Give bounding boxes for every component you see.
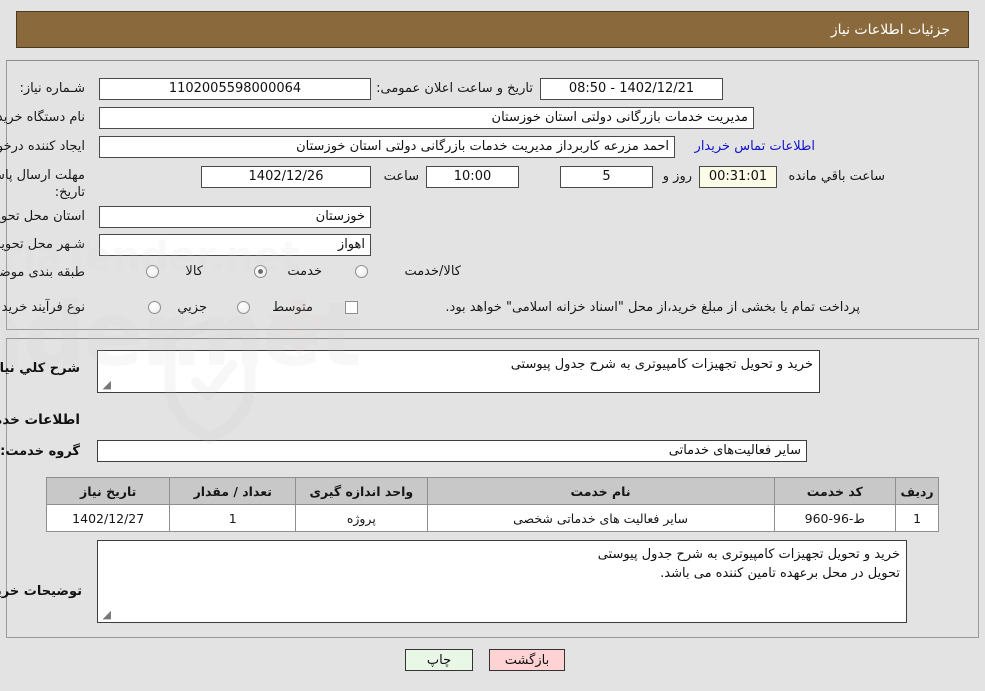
requester-value: احمد مزرعه کاربرداز مدیریت خدمات بازرگان…: [99, 136, 675, 158]
resize-handle-icon-notes[interactable]: ◢: [101, 609, 111, 620]
general-desc-value: خرید و تحویل تجهیزات کامپیوتری به شرح جد…: [510, 357, 813, 372]
deadline-hour-value: 10:00: [426, 166, 519, 188]
cell-service-code: ط-96-960: [773, 504, 897, 532]
cell-row-no: 1: [895, 504, 939, 532]
cell-quantity: 1: [169, 504, 297, 532]
service-group-value: سایر فعالیت‌های خدماتی: [97, 440, 807, 462]
radio-category-khedmat[interactable]: [254, 265, 267, 278]
general-desc-textarea[interactable]: خرید و تحویل تجهیزات کامپیوتری به شرح جد…: [97, 350, 820, 393]
deadline-label-line2: تاریخ:: [54, 185, 85, 200]
print-button[interactable]: چاپ: [405, 649, 473, 671]
province-label: استان محل تحویل:: [0, 209, 85, 224]
radio-category-kala-khedmat-label: کالا/خدمت: [404, 264, 461, 279]
purchase-type-label: نوع فرآیند خرید :: [0, 300, 85, 315]
cell-unit: پروژه: [295, 504, 428, 532]
buyer-notes-label: توضیحات خریدار:: [0, 584, 82, 599]
requester-label: ایجاد کننده درخواست:: [0, 139, 85, 154]
public-announce-label: تاریخ و ساعت اعلان عمومی:: [376, 81, 533, 96]
remaining-time-label: ساعت باقي مانده: [788, 169, 885, 184]
cell-service-name: سایر فعالیت های خدماتی شخصی: [426, 504, 775, 532]
islamic-treasury-text: پرداخت تمام یا بخشی از مبلغ خرید،از محل …: [445, 300, 860, 315]
cell-need-date: 1402/12/27: [45, 504, 171, 532]
need-info-panel: [6, 60, 979, 330]
radio-purchase-motevaset[interactable]: [237, 301, 250, 314]
resize-handle-icon[interactable]: ◢: [101, 379, 111, 390]
th-unit: واحد اندازه گیری: [295, 477, 428, 505]
radio-category-kala-khedmat[interactable]: [355, 265, 368, 278]
th-quantity: تعداد / مقدار: [169, 477, 297, 505]
buyer-contact-link[interactable]: اطلاعات تماس خریدار: [695, 139, 815, 154]
general-desc-label: شرح کلي نیاز:: [0, 361, 80, 376]
services-table: ردیف کد خدمت نام خدمت واحد اندازه گیری ت…: [45, 477, 939, 532]
need-number-label: شـماره نیاز:: [19, 81, 85, 96]
th-need-date: تاریخ نیاز: [45, 477, 171, 505]
radio-category-khedmat-label: خدمت: [287, 264, 322, 279]
th-service-name: نام خدمت: [426, 477, 775, 505]
buyer-org-label: نام دستگاه خریدار:: [0, 110, 85, 125]
radio-purchase-jozi[interactable]: [148, 301, 161, 314]
table-row: 1 ط-96-960 سایر فعالیت های خدماتی شخصی پ…: [45, 504, 939, 532]
radio-purchase-motevaset-label: متوسط: [272, 300, 313, 315]
buyer-org-value: مدیریت خدمات بازرگانی دولتی استان خوزستا…: [99, 107, 754, 129]
back-button[interactable]: بازگشت: [489, 649, 565, 671]
service-group-label: گروه خدمت:: [0, 444, 80, 459]
deadline-label-line1: مهلت ارسال پاسخ: تا: [0, 168, 85, 183]
buyer-notes-textarea[interactable]: خرید و تحویل تجهیزات کامپیوتری به شرح جد…: [97, 540, 907, 623]
page-root: جزئیات اطلاعات نیاز شـماره نیاز: 1102005…: [0, 0, 985, 691]
province-value: خوزستان: [99, 206, 371, 228]
radio-purchase-jozi-label: جزیي: [177, 300, 207, 315]
radio-category-kala-label: کالا: [185, 264, 203, 279]
radio-category-kala[interactable]: [146, 265, 159, 278]
services-info-heading: اطلاعات خدمات مورد نیاز: [0, 412, 80, 428]
page-title: جزئیات اطلاعات نیاز: [830, 21, 950, 38]
table-header-row: ردیف کد خدمت نام خدمت واحد اندازه گیری ت…: [45, 477, 939, 505]
remaining-days-label: روز و: [662, 169, 692, 184]
need-number-value: 1102005598000064: [99, 78, 371, 100]
city-label: شـهر محل تحویل:: [0, 237, 85, 252]
city-value: اهواز: [99, 234, 371, 256]
remaining-time-value: 00:31:01: [699, 166, 777, 188]
page-header: جزئیات اطلاعات نیاز: [16, 11, 969, 48]
public-announce-value: 1402/12/21 - 08:50: [540, 78, 723, 100]
buyer-notes-value: خرید و تحویل تجهیزات کامپیوتری به شرح جد…: [597, 547, 900, 581]
checkbox-islamic-treasury[interactable]: [345, 301, 358, 314]
remaining-days-value: 5: [560, 166, 653, 188]
th-service-code: کد خدمت: [773, 477, 897, 505]
deadline-date-value: 1402/12/26: [201, 166, 371, 188]
category-label: طبقه بندی موضوعی:: [0, 265, 85, 280]
deadline-hour-label: ساعت: [383, 169, 419, 184]
th-row-no: ردیف: [895, 477, 939, 505]
